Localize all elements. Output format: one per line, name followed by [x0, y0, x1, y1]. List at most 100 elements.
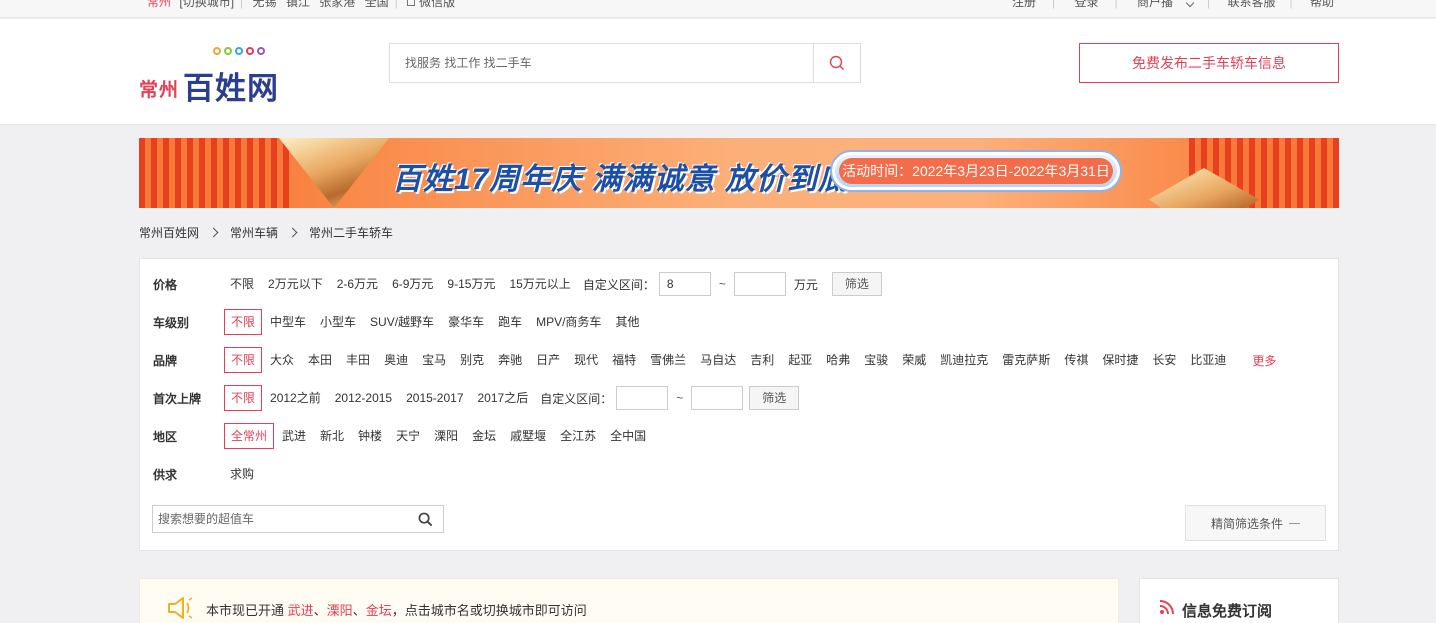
nearby-city-3[interactable]: 全国 [365, 0, 389, 9]
area-option[interactable]: 全江苏 [554, 423, 602, 449]
brand-option[interactable]: 马自达 [694, 347, 742, 373]
first-reg-max-input[interactable] [691, 386, 744, 410]
level-option[interactable]: 其他 [609, 309, 645, 335]
price-filter-button[interactable]: 筛选 [831, 272, 882, 296]
service-link[interactable]: 联系客服 [1227, 0, 1275, 9]
level-option[interactable]: SUV/越野车 [364, 309, 440, 335]
nearby-city-2[interactable]: 张家港 [319, 0, 355, 9]
switch-city-link[interactable]: [切换城市] [179, 0, 234, 9]
brand-option[interactable]: 丰田 [340, 347, 376, 373]
banner-period-pill: 活动时间：2022年3月23日-2022年3月31日 [832, 152, 1120, 190]
brand-option[interactable]: 雪佛兰 [644, 347, 692, 373]
level-option[interactable]: 豪华车 [442, 309, 490, 335]
price-max-input[interactable] [733, 272, 786, 296]
brand-option[interactable]: 起亚 [782, 347, 818, 373]
price-option[interactable]: 9-15万元 [441, 271, 501, 297]
level-option[interactable]: 跑车 [492, 309, 528, 335]
promo-banner[interactable]: 百姓17周年庆 满满诚意 放价到底 活动时间：2022年3月23日-2022年3… [139, 138, 1339, 208]
level-option[interactable]: 中型车 [264, 309, 312, 335]
price-min-input[interactable] [658, 272, 711, 296]
brand-option[interactable]: 长安 [1146, 347, 1182, 373]
level-option[interactable]: 小型车 [314, 309, 362, 335]
level-option[interactable]: MPV/商务车 [530, 309, 607, 335]
first-reg-min-input[interactable] [616, 386, 669, 410]
megaphone-icon [168, 597, 193, 619]
brand-option[interactable]: 奥迪 [378, 347, 414, 373]
area-option-selected[interactable]: 全常州 [224, 423, 275, 449]
notice-city-link[interactable]: 金坛 [366, 603, 392, 618]
price-option[interactable]: 2万元以下 [262, 271, 329, 297]
brand-option[interactable]: 哈弗 [820, 347, 856, 373]
chevron-right-icon [287, 227, 298, 238]
help-link[interactable]: 帮助 [1310, 0, 1334, 9]
brand-label: 品牌 [153, 353, 178, 368]
notice-city-link[interactable]: 溧阳 [327, 603, 353, 618]
area-option[interactable]: 溧阳 [428, 423, 464, 449]
brand-option[interactable]: 保时捷 [1096, 347, 1144, 373]
wechat-link[interactable]: 微信版 [419, 0, 455, 9]
brand-option[interactable]: 本田 [302, 347, 338, 373]
brand-option[interactable]: 比亚迪 [1184, 347, 1232, 373]
first-reg-option[interactable]: 2012-2015 [329, 385, 398, 411]
brand-option[interactable]: 宝马 [416, 347, 452, 373]
notice-suffix: ，点击城市名或切换城市即可访问 [391, 603, 587, 618]
area-label: 地区 [153, 429, 178, 444]
merchant-menu[interactable]: 商户播 [1137, 0, 1173, 9]
first-reg-option[interactable]: 2017之后 [472, 385, 535, 411]
area-option[interactable]: 天宁 [390, 423, 426, 449]
area-option[interactable]: 武进 [276, 423, 312, 449]
notice-city-link[interactable]: 武进 [288, 603, 314, 618]
brand-option[interactable]: 大众 [264, 347, 300, 373]
city-notice: 本市现已开通 武进、溧阳、金坛，点击城市名或切换城市即可访问 [139, 578, 1119, 623]
current-city[interactable]: 常州 [147, 0, 171, 9]
first-reg-option-selected[interactable]: 不限 [224, 385, 263, 411]
brand-option[interactable]: 荣威 [896, 347, 932, 373]
subscribe-title: 信息免费订阅 [1182, 603, 1273, 620]
area-option[interactable]: 钟楼 [352, 423, 388, 449]
first-reg-filter-button[interactable]: 筛选 [749, 386, 800, 410]
first-reg-option[interactable]: 2015-2017 [400, 385, 469, 411]
search-button[interactable] [813, 44, 860, 82]
chevron-right-icon [208, 227, 219, 238]
area-option[interactable]: 全中国 [604, 423, 652, 449]
first-reg-option[interactable]: 2012之前 [264, 385, 327, 411]
search-input[interactable] [390, 44, 814, 82]
brand-more-link[interactable]: 更多 [1252, 352, 1276, 369]
area-option[interactable]: 戚墅堰 [504, 423, 552, 449]
price-unit: 万元 [793, 277, 818, 292]
brand-option[interactable]: 奔驰 [492, 347, 528, 373]
breadcrumb-vehicles[interactable]: 常州车辆 [230, 226, 278, 240]
publish-button[interactable]: 免费发布二手车轿车信息 [1079, 43, 1339, 83]
divider: | [240, 0, 244, 9]
brand-option[interactable]: 雷克萨斯 [996, 347, 1056, 373]
brand-option[interactable]: 宝骏 [858, 347, 894, 373]
brand-option-selected[interactable]: 不限 [224, 347, 263, 373]
site-logo[interactable]: 常州 百姓网 [139, 47, 289, 106]
brand-option[interactable]: 福特 [606, 347, 642, 373]
login-link[interactable]: 登录 [1074, 0, 1098, 9]
nearby-city-1[interactable]: 镇江 [286, 0, 310, 9]
brand-option[interactable]: 现代 [568, 347, 604, 373]
price-option[interactable]: 2-6万元 [331, 271, 384, 297]
search-icon[interactable] [418, 512, 433, 527]
area-option[interactable]: 金坛 [466, 423, 502, 449]
collapse-filters-button[interactable]: 精简筛选条件 [1185, 505, 1326, 541]
price-option[interactable]: 15万元以上 [503, 271, 576, 297]
level-filter-row: 车级别 不限 中型车 小型车 SUV/越野车 豪华车 跑车 MPV/商务车 其他 [153, 309, 647, 335]
register-link[interactable]: 注册 [1012, 0, 1036, 9]
brand-option[interactable]: 传祺 [1058, 347, 1094, 373]
brand-option[interactable]: 吉利 [744, 347, 780, 373]
keyword-input[interactable] [153, 506, 403, 532]
level-label: 车级别 [153, 315, 190, 330]
area-option[interactable]: 新北 [314, 423, 350, 449]
brand-option[interactable]: 日产 [530, 347, 566, 373]
price-option[interactable]: 6-9万元 [386, 271, 439, 297]
brand-option[interactable]: 别克 [454, 347, 490, 373]
nearby-city-0[interactable]: 无锡 [253, 0, 277, 9]
level-option-selected[interactable]: 不限 [224, 309, 263, 335]
notice-prefix: 本市现已开通 [206, 603, 285, 618]
breadcrumb-home[interactable]: 常州百姓网 [139, 226, 199, 240]
price-option[interactable]: 不限 [224, 271, 260, 297]
brand-option[interactable]: 凯迪拉克 [934, 347, 994, 373]
supply-option[interactable]: 求购 [224, 461, 260, 487]
